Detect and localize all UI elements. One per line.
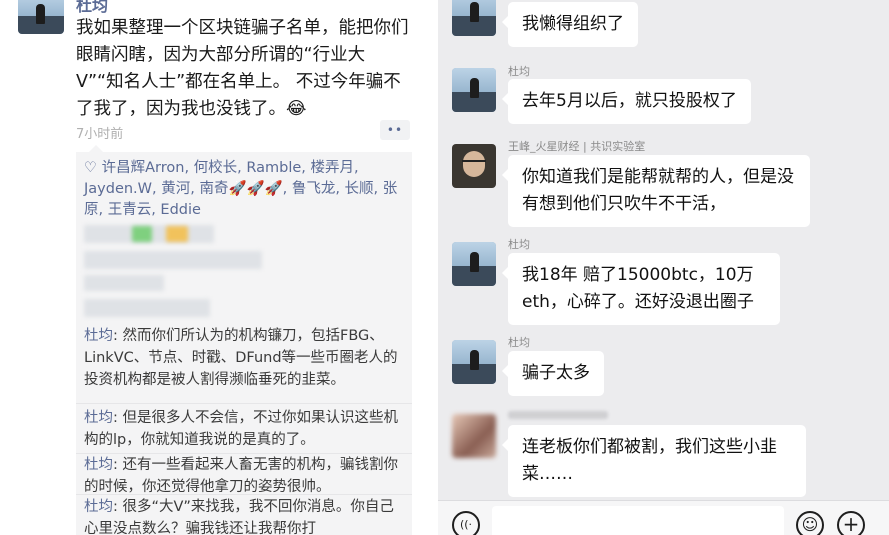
- redacted-row: [84, 299, 210, 317]
- sender-avatar[interactable]: [452, 144, 496, 188]
- sender-avatar[interactable]: [452, 414, 496, 458]
- author-avatar[interactable]: [18, 0, 64, 34]
- chat-window: 我懒得组织了 杜均 去年5月以后，就只投股权了 王峰_火星财经 | 共识实验室 …: [438, 0, 889, 535]
- redacted-sender-name: [508, 411, 608, 419]
- message-input[interactable]: [492, 506, 784, 535]
- moments-post: 杜均 我如果整理一个区块链骗子名单，能把你们眼睛闪瞎，因为大部分所谓的“行业大V…: [0, 0, 430, 535]
- sender-avatar[interactable]: [452, 340, 496, 384]
- message-bubble[interactable]: 我18年 赔了15000btc，10万eth，心碎了。还好没退出圈子: [502, 253, 780, 325]
- redacted-emoji: [132, 226, 152, 242]
- sender-name: 杜均: [508, 238, 530, 251]
- sender-name: 杜均: [508, 65, 530, 78]
- redacted-emoji: [166, 226, 188, 242]
- comment-author[interactable]: 杜均: [84, 410, 113, 426]
- sender-name: 王峰_火星财经 | 共识实验室: [508, 140, 646, 153]
- comment-item[interactable]: 杜均: 然而你们所认为的机构镰刀，包括FBG、LinkVC、节点、时戳、DFun…: [84, 325, 406, 391]
- sender-avatar[interactable]: [452, 242, 496, 286]
- more-button[interactable]: ••: [380, 120, 410, 140]
- redacted-row: [84, 251, 262, 269]
- comment-text: : 很多“大V”来找我，我不回你消息。你自己心里没点数么？骗我钱还让我帮你打: [84, 499, 394, 535]
- comment-item[interactable]: 杜均: 还有一些看起来人畜无害的机构，骗钱割你的时候，你还觉得他拿刀的姿势很帅。: [84, 454, 406, 498]
- comment-text: : 还有一些看起来人畜无害的机构，骗钱割你的时候，你还觉得他拿刀的姿势很帅。: [84, 457, 398, 495]
- comment-item[interactable]: 杜均: 很多“大V”来找我，我不回你消息。你自己心里没点数么？骗我钱还让我帮你打: [84, 496, 406, 535]
- message-bubble[interactable]: 骗子太多: [502, 351, 604, 396]
- heart-icon: ♡: [84, 160, 97, 176]
- redacted-row: [84, 275, 164, 291]
- sender-avatar[interactable]: [452, 0, 496, 36]
- post-author-name[interactable]: 杜均: [76, 0, 108, 16]
- comment-author[interactable]: 杜均: [84, 328, 113, 344]
- comment-author[interactable]: 杜均: [84, 457, 113, 473]
- sender-name: 杜均: [508, 336, 530, 349]
- comment-author[interactable]: 杜均: [84, 499, 113, 515]
- emoji-icon[interactable]: ☺: [796, 511, 824, 535]
- message-bubble[interactable]: 连老板你们都被割，我们这些小韭菜……: [502, 425, 806, 497]
- post-time: 7小时前: [76, 127, 124, 142]
- sender-avatar[interactable]: [452, 68, 496, 112]
- likes-list: ♡ 许昌辉Arron, 何校长, Ramble, 楼弄月, Jayden.W, …: [84, 158, 406, 221]
- chat-input-bar: ((· ☺ +: [438, 500, 889, 535]
- comments-panel: ♡ 许昌辉Arron, 何校长, Ramble, 楼弄月, Jayden.W, …: [76, 145, 412, 535]
- comment-text: : 然而你们所认为的机构镰刀，包括FBG、LinkVC、节点、时戳、DFund等…: [84, 328, 398, 388]
- post-text: 我如果整理一个区块链骗子名单，能把你们眼睛闪瞎，因为大部分所谓的“行业大V”“知…: [76, 18, 409, 119]
- voice-icon[interactable]: ((·: [452, 511, 480, 535]
- comment-item[interactable]: 杜均: 但是很多人不会信，不过你如果认识这些机构的lp，你就知道我说的是真的了。: [84, 407, 406, 451]
- likes-names[interactable]: 许昌辉Arron, 何校长, Ramble, 楼弄月, Jayden.W, 黄河…: [84, 160, 397, 218]
- plus-icon[interactable]: +: [837, 511, 865, 535]
- message-bubble[interactable]: 去年5月以后，就只投股权了: [502, 79, 751, 124]
- message-bubble[interactable]: 你知道我们是能帮就帮的人，但是没有想到他们只吹牛不干活，: [502, 155, 810, 227]
- divider: [76, 403, 412, 404]
- comment-text: : 但是很多人不会信，不过你如果认识这些机构的lp，你就知道我说的是真的了。: [84, 410, 398, 448]
- message-bubble[interactable]: 我懒得组织了: [502, 2, 638, 47]
- divider: [76, 494, 412, 495]
